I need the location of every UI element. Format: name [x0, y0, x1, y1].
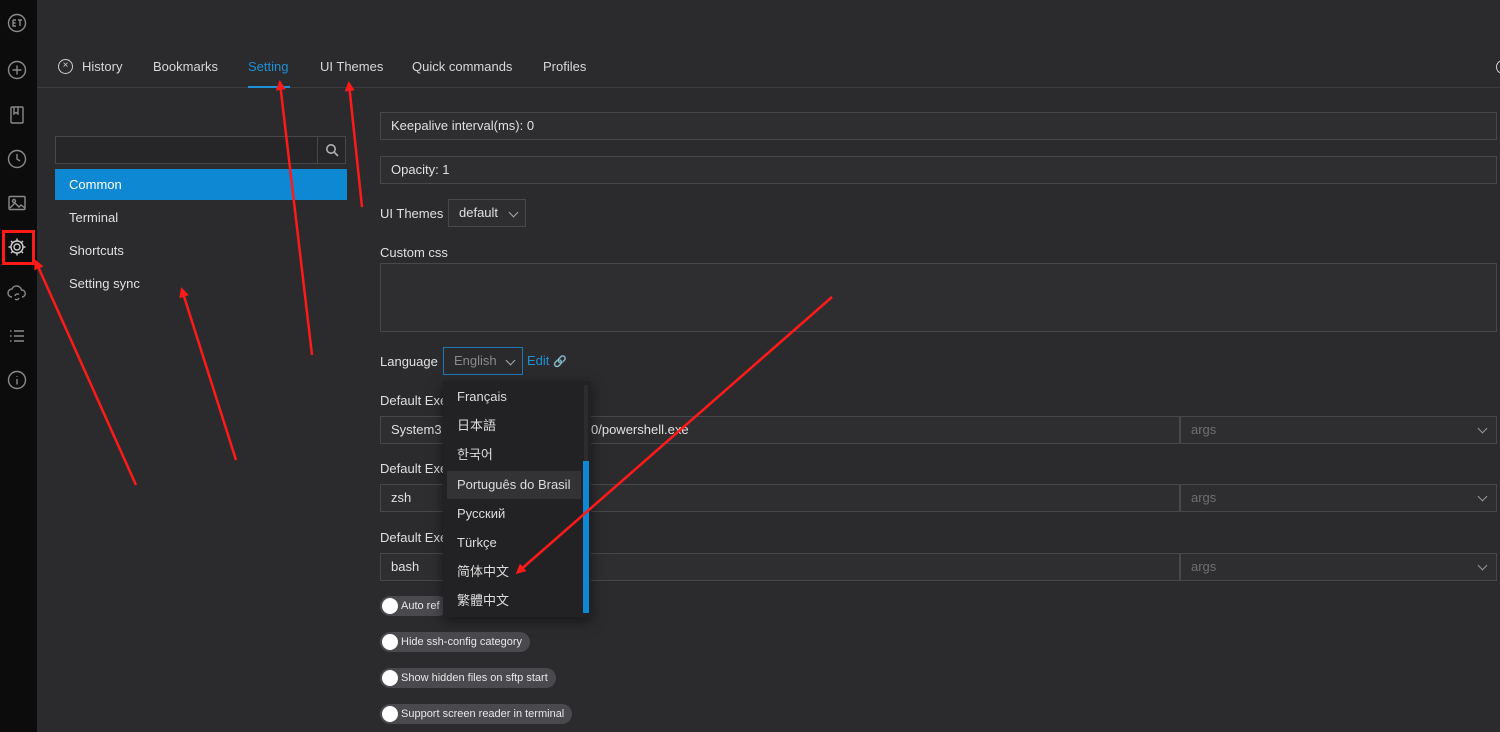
default-exec-3-label: Default Exe: [380, 530, 448, 545]
toggle-screen-reader[interactable]: Support screen reader in terminal: [380, 704, 573, 724]
close-icon[interactable]: ×: [58, 59, 73, 74]
tab-bar: × History Bookmarks Setting UI Themes Qu…: [37, 48, 1500, 88]
arrow-to-ui-themes-tab: [344, 81, 364, 208]
toggle-knob: [382, 706, 398, 722]
tab-ui-themes[interactable]: UI Themes: [320, 59, 383, 74]
gear-annotation-box: [2, 230, 35, 265]
language-dropdown: Français 日本語 한국어 Português do Brasil Рус…: [443, 381, 591, 617]
tab-setting[interactable]: Setting: [248, 59, 288, 74]
default-exec-2-label: Default Exe: [380, 461, 448, 476]
toggle-knob: [382, 598, 398, 614]
args-placeholder: args: [1191, 490, 1217, 505]
app-root: × History Bookmarks Setting UI Themes Qu…: [0, 0, 1500, 732]
dropdown-scrollbar-thumb[interactable]: [583, 461, 589, 613]
info-icon[interactable]: [6, 369, 28, 391]
chevron-down-icon: [1477, 423, 1488, 434]
arrow-to-setting-sync: [179, 287, 238, 461]
args-select-1[interactable]: args: [1180, 416, 1497, 444]
language-option-zh-cn[interactable]: 简体中文: [447, 558, 581, 586]
keepalive-field[interactable]: Keepalive interval(ms): 0: [380, 112, 1497, 140]
default-exec-1-value-start: System3: [391, 422, 442, 437]
chevron-down-icon: [505, 355, 516, 366]
sidebar-item-terminal[interactable]: Terminal: [55, 202, 347, 233]
image-icon[interactable]: [6, 192, 28, 214]
language-label: Language: [380, 354, 438, 369]
args-placeholder: args: [1191, 422, 1217, 437]
default-exec-1-label: Default Exe: [380, 393, 448, 408]
language-option-ko[interactable]: 한국어: [447, 441, 581, 469]
active-tab-indicator: [248, 86, 290, 88]
settings-search-input[interactable]: [55, 136, 346, 164]
annotation-arrows: [34, 80, 833, 574]
language-option-tr[interactable]: Türkçe: [447, 529, 581, 557]
toggle-knob: [382, 670, 398, 686]
chevron-down-icon: [508, 207, 519, 218]
args-select-2[interactable]: args: [1180, 484, 1497, 512]
args-select-3[interactable]: args: [1180, 553, 1497, 581]
ui-themes-select[interactable]: default: [448, 199, 526, 227]
tab-profiles[interactable]: Profiles: [543, 59, 586, 74]
language-option-ja[interactable]: 日本語: [447, 412, 581, 440]
toggle-auto-refresh[interactable]: Auto ref: [380, 596, 448, 616]
ui-themes-value: default: [459, 205, 499, 220]
link-icon: 🔗: [553, 356, 567, 368]
args-placeholder: args: [1191, 559, 1217, 574]
language-option-zh-tw[interactable]: 繁體中文: [447, 587, 581, 615]
toggle-label: Show hidden files on sftp start: [401, 672, 548, 684]
icon-rail: [0, 0, 37, 732]
ui-themes-label: UI Themes: [380, 206, 444, 221]
edit-language-link[interactable]: Edit 🔗: [527, 353, 567, 368]
custom-css-label: Custom css: [380, 245, 448, 260]
default-exec-1-value-end: 0/powershell.exe: [591, 422, 689, 437]
toggle-label: Auto ref: [401, 600, 440, 612]
sidebar-item-common[interactable]: Common: [55, 169, 347, 200]
language-select[interactable]: English: [443, 347, 523, 375]
edge-circle-icon[interactable]: [1496, 60, 1500, 74]
opacity-field[interactable]: Opacity: 1: [380, 156, 1497, 184]
toggle-label: Hide ssh-config category: [401, 636, 523, 648]
language-option-pt-br[interactable]: Português do Brasil: [447, 471, 581, 499]
language-value: English: [454, 353, 497, 368]
tab-bookmarks[interactable]: Bookmarks: [153, 59, 218, 74]
language-option-ru[interactable]: Русский: [447, 500, 581, 528]
chevron-down-icon: [1477, 491, 1488, 502]
list-icon[interactable]: [6, 325, 28, 347]
cloud-sync-icon[interactable]: [6, 281, 28, 303]
bookmark-icon[interactable]: [6, 104, 28, 126]
language-option-fr[interactable]: Français: [447, 383, 581, 411]
toggle-label: Support screen reader in terminal: [401, 708, 565, 720]
tab-quick-commands[interactable]: Quick commands: [412, 59, 512, 74]
clock-icon[interactable]: [6, 148, 28, 170]
chevron-down-icon: [1477, 560, 1488, 571]
sidebar-item-setting-sync[interactable]: Setting sync: [55, 268, 347, 299]
sidebar-item-shortcuts[interactable]: Shortcuts: [55, 235, 347, 266]
plus-icon[interactable]: [6, 59, 28, 81]
toggle-hide-ssh-config[interactable]: Hide ssh-config category: [380, 632, 531, 652]
toggle-show-hidden-files[interactable]: Show hidden files on sftp start: [380, 668, 556, 688]
tab-history[interactable]: History: [82, 59, 122, 74]
custom-css-textarea[interactable]: [380, 263, 1497, 332]
toggle-knob: [382, 634, 398, 650]
search-icon[interactable]: [317, 137, 345, 163]
logo-icon[interactable]: [6, 12, 28, 34]
edit-link-label: Edit: [527, 353, 550, 368]
